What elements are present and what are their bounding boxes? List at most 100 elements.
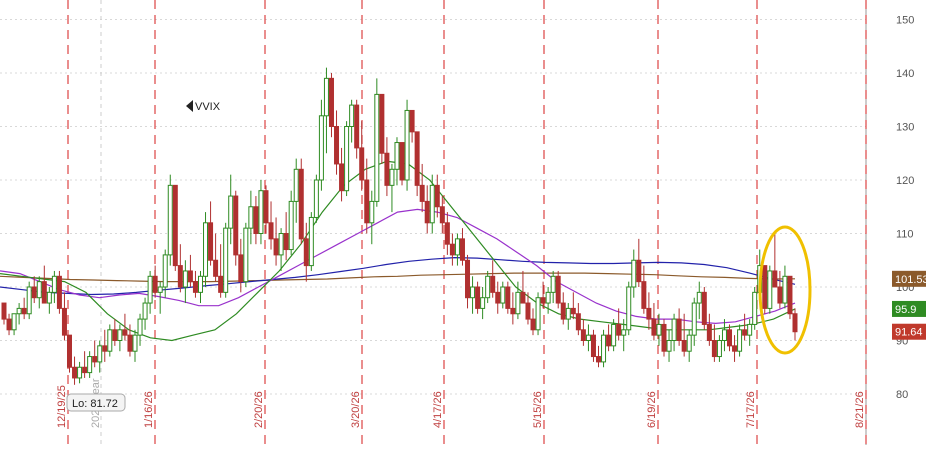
candle-body [374,93,380,202]
candle-body [253,206,259,234]
candle-body [449,243,455,256]
candle-body [626,286,632,331]
candle-body [560,302,566,320]
y-tick-label: 80 [896,389,908,401]
candle-body [339,163,345,192]
candle-body [661,323,667,352]
candle-body [409,109,415,133]
candle-body [585,334,591,341]
candle-body [6,318,12,331]
candle-body [107,329,113,352]
candle-body [555,275,561,304]
candle-body [223,227,229,293]
candle-body [777,286,783,304]
candle-body [727,329,733,347]
candle-body [41,281,47,304]
candle-body [606,334,612,347]
candle-body [686,334,692,352]
candle-body [520,291,526,304]
candle-body [721,329,727,341]
candle-body [419,184,425,202]
candle-body [208,222,214,261]
candle-body [142,302,148,320]
candle-body [621,329,627,336]
y-tick-label: 110 [896,229,914,241]
candle-body [429,184,435,224]
candle-body [480,297,486,309]
candle-body [313,179,319,218]
candle-body [737,329,743,352]
grid [0,0,926,461]
candle-body [278,233,284,256]
candle-body [218,275,224,293]
candle-body [651,318,657,336]
candle-body [666,340,672,352]
candle-body [364,179,370,224]
candle-body [601,334,607,363]
candle-body [137,318,143,336]
x-tick-label: 5/15/26 [532,391,544,428]
x-tick-label: 3/20/26 [350,391,362,428]
x-tick-label: 8/21/26 [854,391,866,428]
candle-body [187,270,193,283]
candle-body [354,104,360,149]
candle-body [359,147,365,181]
candle-body [394,142,400,170]
candle-body [732,345,738,352]
candle-body [66,334,72,368]
candle-body [233,195,239,256]
candle-body [11,313,17,331]
candle-body [177,265,183,288]
candle-body [711,340,717,358]
candle-body [646,307,652,320]
candle-body [263,190,269,224]
candle-body [248,206,254,229]
price-tag-text: 95.9 [895,304,916,316]
low-annotation: Lo: 81.72 [66,393,126,412]
candle-body [243,227,249,283]
candle-body [298,168,304,240]
candle-body [82,366,88,374]
price-tag-text: 101.53 [895,274,926,286]
candle-body [26,286,32,315]
x-tick-label: 6/19/26 [646,391,658,428]
candle-body [213,259,219,277]
candle-body [676,318,682,342]
low-label-text: Lo: 81.72 [72,398,118,410]
candle-body [303,238,309,267]
candle-body [444,222,450,245]
candle-body [167,184,173,256]
candle-body [92,356,98,363]
candle-body [152,275,158,293]
candle-body [414,131,420,186]
candle-body [147,275,153,304]
candle-body [439,206,445,224]
candle-body [465,259,471,299]
candle-body [575,313,581,331]
candle-body [1,302,7,320]
candle-body [515,291,521,315]
candle-body [495,291,501,304]
candle-body [162,254,168,288]
y-tick-label: 120 [896,175,914,187]
candle-body [288,200,294,251]
candle-body [470,286,476,299]
candle-body [36,281,42,299]
candle-body [258,190,264,234]
candle-body [747,323,753,336]
y-tick-label: 150 [896,15,914,27]
candle-body [132,334,138,352]
candle-body [701,291,707,325]
candle-body [87,356,93,374]
candle-body [379,93,385,154]
candle-body [192,281,198,293]
candle-body [182,270,188,288]
candle-body [500,286,506,304]
candle-body [565,307,571,320]
candle-body [525,302,531,320]
candle-body [696,291,702,304]
symbol-text: VVIX [195,101,221,113]
candle-body [510,307,516,315]
price-tag-text: 91.64 [895,327,923,339]
candle-body [782,275,788,304]
